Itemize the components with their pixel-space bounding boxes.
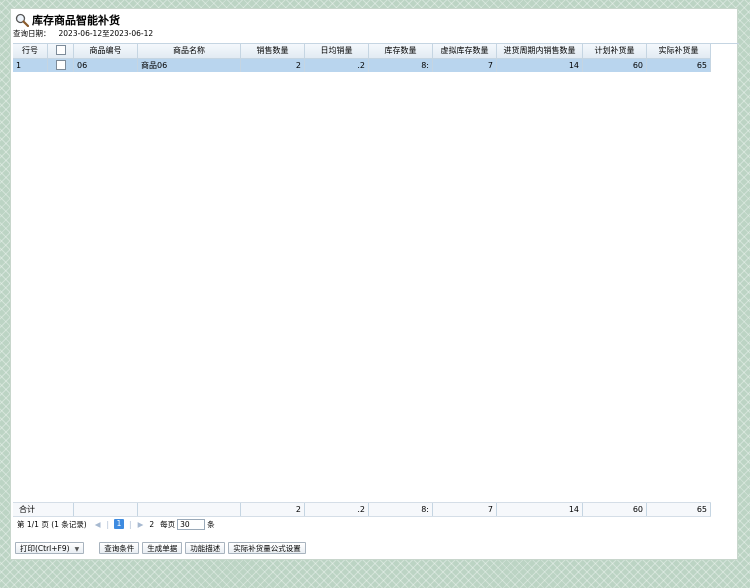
per-page-unit: 条	[207, 519, 215, 529]
function-description-button[interactable]: 功能描述	[185, 542, 226, 554]
cell-virtual-stock: 7	[433, 59, 497, 72]
cell-plan-qty: 60	[583, 59, 647, 72]
page-title: 库存商品智能补货	[32, 14, 120, 27]
cell-product-code: 06	[74, 59, 138, 72]
footer-empty-code	[74, 503, 138, 516]
col-header-sales-qty[interactable]: 销售数量	[241, 44, 305, 58]
footer-total-label: 合计	[13, 503, 74, 516]
cell-cycle-sales: 14	[497, 59, 583, 72]
query-date-value: 2023-06-12至2023-06-12	[58, 29, 154, 38]
cell-stock-qty: 8:	[369, 59, 433, 72]
pager-info: 第 1/1 页 (1 条记录)	[17, 519, 87, 529]
col-header-product-code[interactable]: 商品编号	[74, 44, 138, 58]
col-header-stock-qty[interactable]: 库存数量	[369, 44, 433, 58]
print-button-label: 打印(Ctrl+F9)	[20, 544, 70, 553]
cell-row-number: 1	[13, 59, 48, 72]
col-header-daily-avg[interactable]: 日均销量	[305, 44, 369, 58]
per-page-input[interactable]	[177, 518, 206, 530]
col-header-plan-qty[interactable]: 计划补货量	[583, 44, 647, 58]
footer-virtual-stock: 7	[433, 503, 497, 516]
query-date-label: 查询日期：	[13, 29, 51, 38]
col-header-virtual-stock[interactable]: 虚拟库存数量	[433, 44, 497, 58]
pager: 第 1/1 页 (1 条记录) ◀ | 1 | ▶ 2 每页 条	[17, 518, 215, 530]
footer-stock-qty: 8:	[369, 503, 433, 516]
grid-header: 行号 商品编号 商品名称 销售数量 日均销量 库存数量 虚拟库存数量 进货周期内…	[13, 44, 711, 59]
footer-empty-name	[138, 503, 241, 516]
main-window: 库存商品智能补货 查询日期： 2023-06-12至2023-06-12 行号 …	[10, 8, 739, 560]
bottom-toolbar: 打印(Ctrl+F9) ▼ 查询条件 生成单据 功能描述 实际补货量公式设置	[15, 541, 309, 555]
footer-sales-qty: 2	[241, 503, 305, 516]
footer-actual-qty: 65	[647, 503, 711, 516]
cell-sales-qty: 2	[241, 59, 305, 72]
table-row[interactable]: 1 06 商品06 2 .2 8: 7 14 60 65	[13, 59, 711, 72]
footer-daily-avg: .2	[305, 503, 369, 516]
query-date-row: 查询日期： 2023-06-12至2023-06-12	[13, 28, 153, 39]
page-button-current[interactable]: 1	[114, 519, 125, 529]
query-conditions-button[interactable]: 查询条件	[99, 542, 140, 554]
generate-document-button[interactable]: 生成单据	[142, 542, 183, 554]
magnifier-icon	[15, 13, 30, 28]
select-all-checkbox[interactable]	[55, 45, 66, 55]
cell-select[interactable]	[48, 59, 74, 72]
page-button-next[interactable]: 2	[149, 520, 154, 529]
cell-daily-avg: .2	[305, 59, 369, 72]
footer-cycle-sales: 14	[497, 503, 583, 516]
col-header-cycle-sales[interactable]: 进货周期内销售数量	[497, 44, 583, 58]
pager-divider: |	[129, 519, 132, 529]
cell-actual-qty: 65	[647, 59, 711, 72]
chevron-down-icon: ▼	[74, 546, 80, 553]
col-header-row-number[interactable]: 行号	[13, 44, 48, 58]
print-button[interactable]: 打印(Ctrl+F9) ▼	[15, 542, 85, 554]
formula-settings-button[interactable]: 实际补货量公式设置	[228, 542, 306, 554]
title-bar: 库存商品智能补货	[15, 12, 120, 28]
grid-footer-totals: 合计 2 .2 8: 7 14 60 65	[13, 502, 711, 517]
next-page-icon[interactable]: ▶	[138, 520, 144, 529]
footer-plan-qty: 60	[583, 503, 647, 516]
col-header-product-name[interactable]: 商品名称	[138, 44, 241, 58]
prev-page-icon[interactable]: ◀	[95, 520, 101, 529]
pager-divider: |	[106, 519, 110, 529]
col-header-actual-qty[interactable]: 实际补货量	[647, 44, 711, 58]
data-grid: 行号 商品编号 商品名称 销售数量 日均销量 库存数量 虚拟库存数量 进货周期内…	[13, 43, 739, 520]
cell-product-name: 商品06	[138, 59, 241, 72]
per-page-label: 每页	[160, 519, 176, 529]
col-header-select-all[interactable]	[48, 44, 74, 58]
row-checkbox[interactable]	[55, 60, 66, 70]
